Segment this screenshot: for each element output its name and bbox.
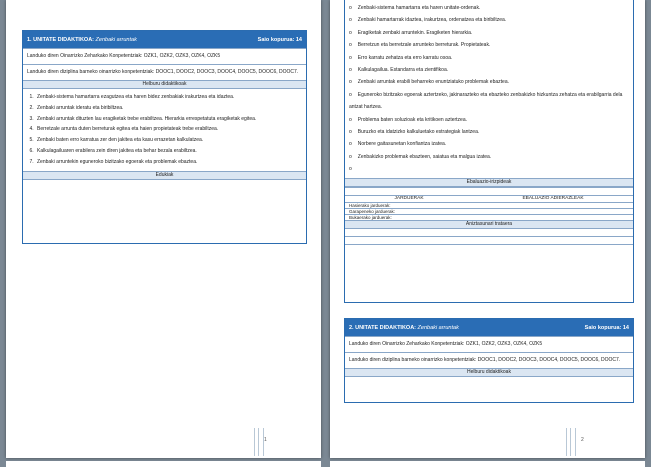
page-number: 2 bbox=[581, 437, 584, 443]
evaluation-indicators-column-title: EBALUAZIO ADIERAZLEAK bbox=[522, 195, 584, 201]
list-item: Zenbaki-sistema hamartarra eta haren uni… bbox=[349, 2, 629, 14]
list-item: Zenbakizko problemak ebazteen, saiatua e… bbox=[349, 151, 629, 163]
footer-rule bbox=[566, 428, 576, 456]
unit-1-objectives-list: Zenbaki-sistema hamartarra ezagutzea eta… bbox=[23, 89, 306, 171]
unit-2-subject-competences: Landuko diren diziplina barneko oinarriz… bbox=[345, 352, 633, 368]
unit-2-key-competences: Landuko diren Oinarrizko Zeharkako Konpe… bbox=[345, 336, 633, 352]
activities-grid: Hasierako jarduerak: Garapeneko jarduera… bbox=[345, 201, 633, 220]
page-4-edge bbox=[330, 461, 645, 467]
diversity-rows bbox=[345, 229, 633, 252]
list-item: Zenbaki-sistema hamartarra ezagutzea eta… bbox=[35, 92, 302, 103]
list-item bbox=[349, 163, 629, 175]
activities-header: JARDUERAK EBALUAZIO ADIERAZLEAK bbox=[345, 194, 633, 202]
page-2: Zenbaki-sistema hamartarra eta haren uni… bbox=[330, 0, 645, 458]
evaluation-criteria-rows bbox=[345, 186, 633, 195]
unit-2-header: 2. UNITATE DIDAKTIKOA: Zenbaki arruntak … bbox=[345, 319, 633, 336]
footer-rule bbox=[254, 428, 264, 456]
unit-1-sessions: Saio kopurua: 14 bbox=[257, 36, 302, 43]
list-item: Norbere gaitasunetan konfiantza izatea. bbox=[349, 138, 629, 150]
list-item: Berretzale arrunta duten berreturak egit… bbox=[35, 124, 302, 135]
unit-1-header: 1. UNITATE DIDAKTIKOA: Zenbaki arruntak … bbox=[23, 31, 306, 48]
unit-2-table: 2. UNITATE DIDAKTIKOA: Zenbaki arruntak … bbox=[344, 318, 634, 403]
list-item: Zenbaki arruntak dituzten lau eragiketak… bbox=[35, 114, 302, 125]
unit-1-continued-table: Zenbaki-sistema hamartarra eta haren uni… bbox=[344, 0, 634, 303]
list-item: Eguneroko bizitzako egoerak aztertzeko, … bbox=[349, 89, 629, 114]
unit-1-contents-title: Edukiak bbox=[23, 170, 306, 180]
list-item: Zenbaki arruntak erabili beharreko enunt… bbox=[349, 76, 629, 88]
list-item: Kalkulagailua. Estandarra eta zientifiko… bbox=[349, 64, 629, 76]
unit-1-subject-competences: Landuko diren diziplina barneko oinarriz… bbox=[23, 64, 306, 80]
evaluation-criteria-title: Ebaluazio-irizpideak bbox=[345, 177, 633, 187]
list-item: Berretzun eta berretzale arrunteko berre… bbox=[349, 39, 629, 51]
unit-2-title: 2. UNITATE DIDAKTIKOA: bbox=[349, 324, 417, 331]
table-row bbox=[345, 186, 633, 195]
page-number: 1 bbox=[264, 437, 267, 443]
list-item: Erro karratu zehatza eta erro karratu os… bbox=[349, 52, 629, 64]
activities-column-title: JARDUERAK bbox=[394, 195, 424, 201]
unit-2-objectives-title: Helburu didaktikoak bbox=[345, 368, 633, 377]
unit-1-table: 1. UNITATE DIDAKTIKOA: Zenbaki arruntak … bbox=[22, 30, 307, 244]
unit-1-key-competences: Landuko diren Oinarrizko Zeharkako Konpe… bbox=[23, 48, 306, 64]
diversity-title: Aniztasunari trataera bbox=[345, 219, 633, 229]
table-row bbox=[345, 243, 633, 252]
list-item: Zenbaki baten erro karratua zer den jaki… bbox=[35, 135, 302, 146]
list-item: Eragiketak zenbaki arruntekin. Eragikete… bbox=[349, 27, 629, 39]
list-item: Zenbaki arruntekin eguneroko bizitzako e… bbox=[35, 157, 302, 168]
list-item: Kalkulagailuaren erabilera zein diren ja… bbox=[35, 146, 302, 157]
unit-1-title: 1. UNITATE DIDAKTIKOA: bbox=[27, 36, 95, 43]
list-item: Zenbaki arruntak ideratu eta biribiltzea… bbox=[35, 103, 302, 114]
list-item: Zenbaki hamartarrak idaztea, irakurtzea,… bbox=[349, 14, 629, 26]
page-1: 1. UNITATE DIDAKTIKOA: Zenbaki arruntak … bbox=[6, 0, 321, 458]
list-item: Buruzko eta idatzizko kalkuluetako estra… bbox=[349, 126, 629, 138]
table-row bbox=[345, 235, 633, 244]
contents-list: Zenbaki-sistema hamartarra eta haren uni… bbox=[345, 0, 633, 178]
unit-2-topic: Zenbaki arruntak bbox=[417, 324, 459, 331]
page-3-edge bbox=[6, 461, 321, 467]
unit-1-topic: Zenbaki arruntak bbox=[95, 36, 137, 43]
list-item: Problema baten soluzioak eta kritikoen a… bbox=[349, 114, 629, 126]
table-row bbox=[345, 229, 633, 236]
unit-1-objectives-title: Helburu didaktikoak bbox=[23, 80, 306, 89]
unit-2-sessions: Saio kopurua: 14 bbox=[584, 324, 629, 331]
